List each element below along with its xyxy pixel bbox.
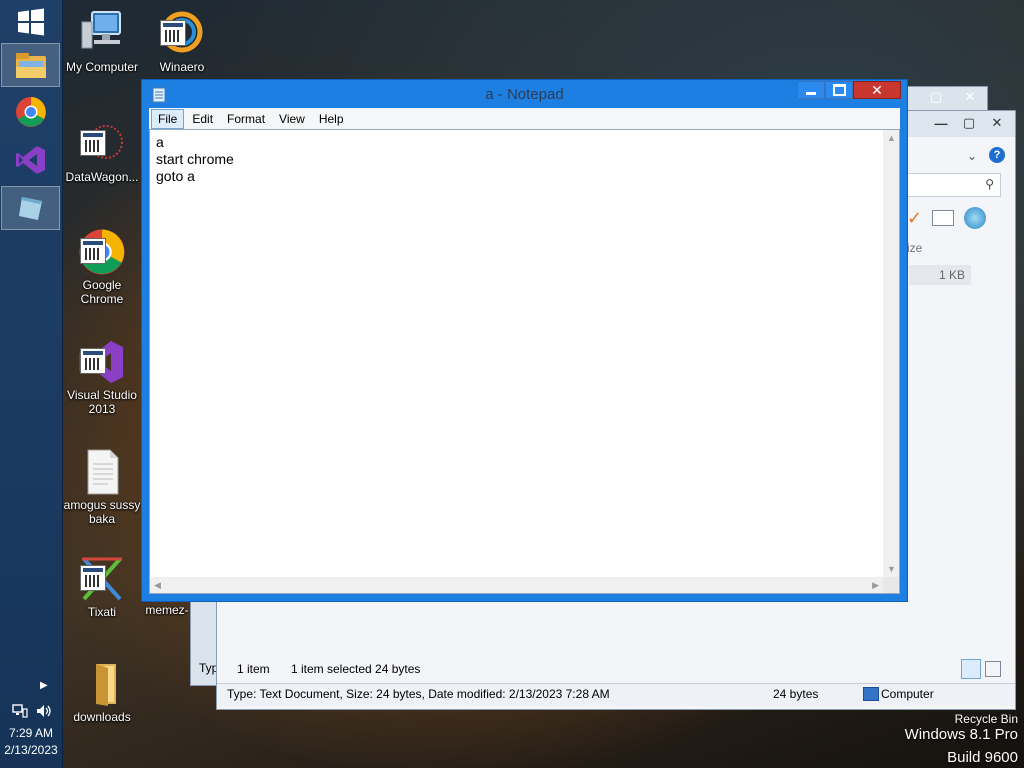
menu-view[interactable]: View (273, 110, 311, 128)
chrome-icon (15, 97, 46, 127)
text-line: start chrome (156, 151, 234, 167)
search-box[interactable]: ⚲ (907, 173, 1001, 197)
start-button[interactable] (1, 0, 60, 44)
notepad-text: a start chrome goto a (156, 134, 234, 185)
back-window-maximize-button[interactable]: ▢ (919, 87, 953, 107)
windows-logo-icon (17, 8, 44, 36)
help-icon[interactable]: ? (989, 147, 1005, 163)
computer-small-icon (863, 687, 879, 701)
toolbar-icons: ✓ (907, 207, 987, 229)
scrollbar-corner (883, 577, 899, 593)
file-explorer-icon (15, 53, 46, 78)
ribbon-expand-chevron-icon[interactable]: ⌄ (967, 149, 977, 163)
winaero-icon (158, 10, 206, 58)
notepad-minimize-button[interactable] (797, 81, 825, 99)
desktop-icon-tixati[interactable]: Tixati (62, 555, 142, 619)
desktop-icon-label: amogus sussy baka (63, 498, 141, 526)
menu-edit[interactable]: Edit (186, 110, 219, 128)
notepad-icon (18, 197, 42, 220)
scroll-down-icon[interactable]: ▼ (887, 564, 896, 574)
horizontal-scrollbar[interactable]: ◀ ▶ (150, 577, 883, 593)
close-icon: ✕ (871, 81, 883, 98)
explorer-minimize-button[interactable]: — (927, 113, 955, 133)
search-icon: ⚲ (985, 177, 994, 191)
desktop-icon-my-computer[interactable]: My Computer (62, 10, 142, 74)
visual-studio-icon (78, 338, 126, 386)
desktop-icon-label: Tixati (87, 605, 117, 619)
notepad-title: a - Notepad (485, 86, 564, 103)
text-line: a (156, 134, 164, 150)
explorer-close-button[interactable]: ✕ (983, 113, 1011, 133)
notepad-titlebar[interactable]: a - Notepad ✕ (142, 80, 907, 108)
item-selected: 1 item selected 24 bytes (291, 662, 421, 676)
taskbar: ▶ 7:29 AM 2/13/2023 (0, 0, 63, 768)
menu-help[interactable]: Help (313, 110, 350, 128)
desktop-icon-amogus[interactable]: amogus sussy baka (62, 448, 142, 526)
menu-file[interactable]: File (151, 108, 185, 129)
desktop-icon-visual-studio[interactable]: Visual Studio 2013 (62, 338, 142, 416)
windows-edition: Windows 8.1 Pro (904, 726, 1018, 743)
taskbar-chrome[interactable] (1, 90, 60, 134)
chrome-icon (78, 228, 126, 276)
desktop-icon-label: downloads (73, 710, 131, 724)
folder-icon (78, 660, 126, 708)
visual-studio-icon (15, 146, 45, 174)
desktop-icon-label: DataWagon... (65, 170, 139, 184)
desktop-icon-label: Google Chrome (80, 278, 124, 306)
taskbar-notepad[interactable] (1, 186, 60, 230)
details-view-icon[interactable] (961, 659, 981, 679)
clock-time[interactable]: 7:29 AM (0, 726, 62, 740)
notepad-close-button[interactable]: ✕ (853, 81, 901, 99)
datawagon-icon (78, 120, 126, 168)
minimize-icon (806, 91, 816, 95)
scroll-up-icon[interactable]: ▲ (887, 133, 896, 143)
maximize-icon (832, 84, 846, 96)
checkmark-icon[interactable]: ✓ (907, 208, 922, 229)
scroll-left-icon[interactable]: ◀ (154, 580, 161, 591)
desktop-icon-datawagon[interactable]: DataWagon... (62, 120, 142, 184)
back-window-close-button[interactable]: ✕ (953, 87, 987, 107)
show-hidden-icons[interactable]: ▶ (40, 680, 48, 691)
desktop-icon-winaero[interactable]: Winaero (142, 10, 222, 74)
volume-icon[interactable] (36, 704, 52, 721)
details-location: Computer (881, 687, 934, 701)
windows-build: Build 9600 (947, 749, 1018, 766)
clock-date[interactable]: 2/13/2023 (0, 743, 62, 757)
recycle-bin-label[interactable]: Recycle Bin (955, 712, 1018, 726)
tixati-icon (78, 555, 126, 603)
item-count: 1 item (237, 662, 270, 676)
file-size-cell[interactable]: 1 KB (909, 265, 971, 285)
desktop-icon-google-chrome[interactable]: Google Chrome (62, 228, 142, 306)
desktop-icon-downloads[interactable]: downloads (62, 660, 142, 724)
taskbar-file-explorer[interactable] (1, 43, 60, 87)
text-file-icon (78, 448, 126, 496)
desktop-icon-label: My Computer (65, 60, 139, 74)
computer-icon (78, 10, 126, 58)
desktop-icon-label: Winaero (159, 60, 205, 74)
scroll-right-icon[interactable]: ▶ (872, 580, 879, 591)
properties-icon[interactable] (932, 210, 955, 226)
notepad-text-area[interactable]: a start chrome goto a ▲ ▼ ◀ ▶ (149, 129, 900, 594)
details-text: Type: Text Document, Size: 24 bytes, Dat… (227, 687, 610, 701)
taskbar-visual-studio[interactable] (1, 138, 60, 182)
network-globe-icon[interactable] (964, 207, 987, 229)
details-size: 24 bytes (773, 687, 819, 701)
column-header-size[interactable]: ize (907, 241, 922, 255)
notepad-maximize-button[interactable] (825, 81, 853, 99)
text-line: goto a (156, 168, 195, 184)
notepad-window: a - Notepad ✕ File Edit Format View Help… (141, 79, 908, 602)
vertical-scrollbar[interactable]: ▲ ▼ (883, 130, 899, 577)
network-icon[interactable] (12, 704, 28, 721)
desktop-icon-label: Visual Studio 2013 (67, 388, 137, 416)
menu-format[interactable]: Format (221, 110, 271, 128)
large-icons-view-icon[interactable] (985, 661, 1001, 677)
notepad-menubar: File Edit Format View Help (149, 108, 900, 129)
explorer-maximize-button[interactable]: ▢ (955, 113, 983, 133)
